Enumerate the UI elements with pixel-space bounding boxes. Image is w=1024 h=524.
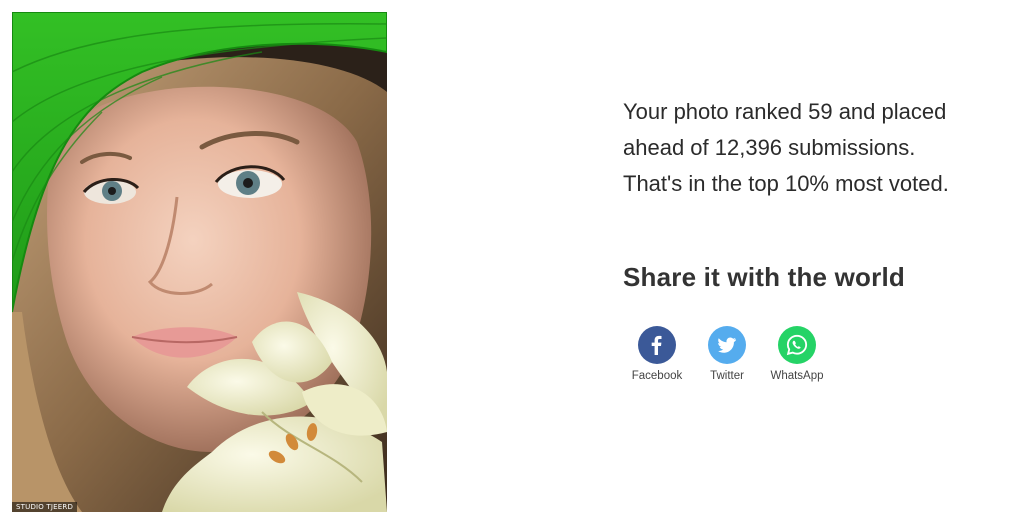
whatsapp-circle[interactable] [778,326,816,364]
facebook-label: Facebook [631,370,683,382]
share-heading: Share it with the world [623,262,905,292]
twitter-label: Twitter [710,370,744,382]
facebook-icon [651,335,662,355]
result-line-2: ahead of 12,396 submissions. [623,135,916,160]
twitter-icon [718,337,736,353]
whatsapp-share-button[interactable]: WhatsApp [768,326,826,382]
result-line-1: Your photo ranked 59 and placed [623,99,947,124]
submitted-photo: STUDIO TJEERD [12,12,387,512]
page: STUDIO TJEERD Your photo ranked 59 and p… [0,0,1024,524]
portrait-image [12,12,387,512]
facebook-share-button[interactable]: Facebook [628,326,686,382]
result-line-3: That's in the top 10% most voted. [623,171,949,196]
whatsapp-label: WhatsApp [770,370,824,382]
photo-watermark: STUDIO TJEERD [12,502,78,512]
twitter-circle[interactable] [708,326,746,364]
ranking-result: Your photo ranked 59 and placed ahead of… [623,94,1018,202]
twitter-share-button[interactable]: Twitter [698,326,756,382]
facebook-circle[interactable] [638,326,676,364]
whatsapp-icon [786,334,808,356]
share-buttons: Facebook Twitter WhatsApp [628,326,826,382]
